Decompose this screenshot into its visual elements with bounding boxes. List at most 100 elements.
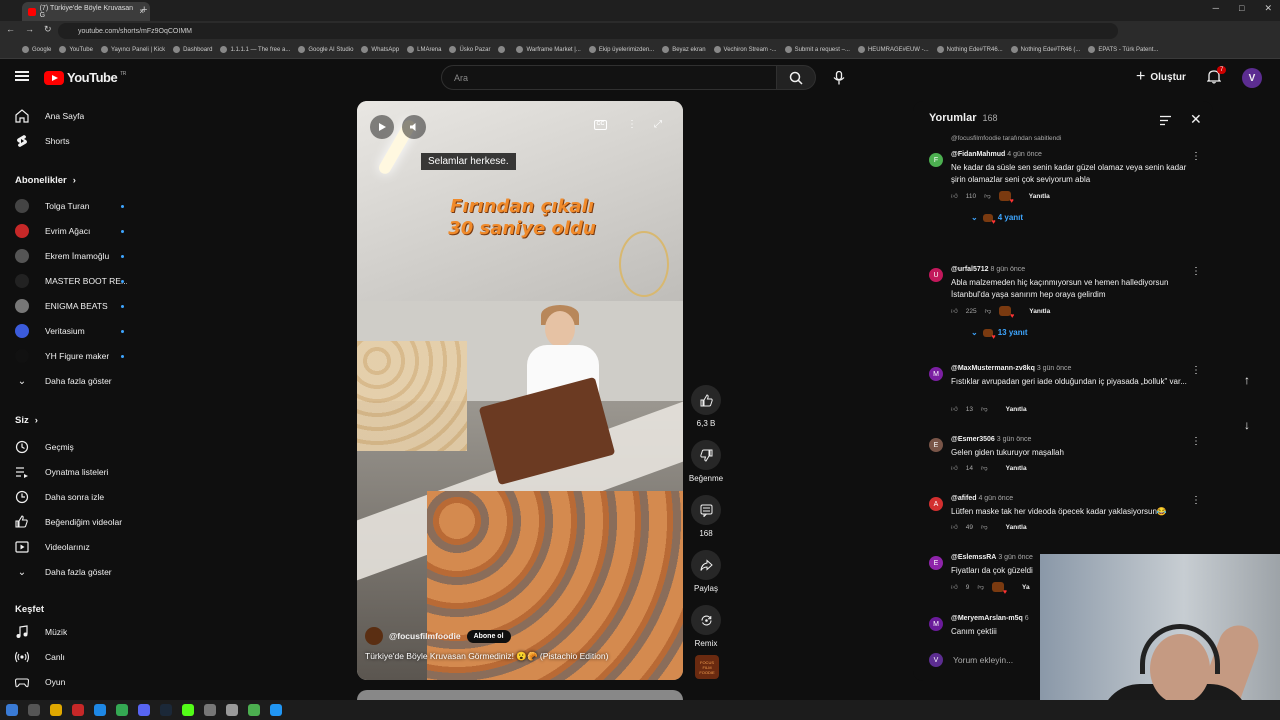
comment-menu-icon[interactable]: ⋮ <box>1191 266 1201 277</box>
create-button[interactable]: + Oluştur <box>1136 68 1186 86</box>
comment-author[interactable]: @afifed <box>951 495 977 502</box>
bookmark-item[interactable]: Yayıncı Paneli | Kick <box>100 46 165 53</box>
reply-button[interactable]: Yanıtla <box>1006 524 1027 531</box>
comment-like-icon[interactable]: 👍︎ <box>951 405 958 413</box>
reply-button[interactable]: Yanıtla <box>1006 465 1027 472</box>
taskbar-app-icon[interactable] <box>72 704 84 716</box>
maximize-icon[interactable]: □ <box>1239 3 1244 14</box>
commenter-avatar[interactable]: M <box>929 367 943 381</box>
comment-dislike-icon[interactable]: 👎︎ <box>977 583 984 591</box>
forward-icon[interactable]: → <box>25 24 34 35</box>
like-action[interactable]: 6,3 B <box>686 385 726 428</box>
bookmark-item[interactable]: Google <box>22 46 51 53</box>
mute-button[interactable] <box>402 115 426 139</box>
reload-icon[interactable]: ↻ <box>44 24 52 35</box>
youtube-logo[interactable]: YouTube TR <box>44 70 126 85</box>
sidebar-item-live[interactable]: Canlı <box>0 646 148 668</box>
comments-action[interactable]: 168 <box>686 495 726 538</box>
sidebar-subscription[interactable]: Veritasium <box>0 320 148 342</box>
sidebar-item-video[interactable]: Videolarınız <box>0 536 148 558</box>
reply-button[interactable]: Ya <box>1022 584 1030 591</box>
browser-tab[interactable]: (7) Türkiye'de Böyle Kruvasan G × <box>22 2 150 21</box>
taskbar-app-icon[interactable] <box>204 704 216 716</box>
taskbar-app-icon[interactable] <box>226 704 238 716</box>
back-icon[interactable]: ← <box>6 24 15 35</box>
view-replies-button[interactable]: ⌄ 4 yanıt <box>971 213 1023 226</box>
video-title[interactable]: Türkiye'de Böyle Kruvasan Görmediniz! 😮🥐… <box>365 651 675 662</box>
comment-like-icon[interactable]: 👍︎ <box>951 523 958 531</box>
reply-button[interactable]: Yanıtla <box>1029 308 1050 315</box>
next-short-button[interactable]: ↓ <box>1236 414 1258 436</box>
more-options-icon[interactable]: ⋮ <box>627 119 637 130</box>
sidebar-item-shorts[interactable]: Shorts <box>0 130 148 152</box>
add-comment-row[interactable]: V Yorum ekleyin... <box>929 653 1013 667</box>
channel-name[interactable]: @focusfilmfoodie <box>389 631 461 641</box>
subscriptions-header[interactable]: Abonelikler › <box>15 175 76 186</box>
bookmark-item[interactable]: Ekip üyelerimizden... <box>588 46 654 53</box>
chrome-icon[interactable] <box>116 704 128 716</box>
bookmark-item[interactable]: Nothing Ede#TR46 (... <box>1010 46 1080 53</box>
url-field[interactable]: youtube.com/shorts/mFz9OqCOIMM <box>58 23 1118 39</box>
shorts-player[interactable]: Fırından çıkalı 30 saniye oldu Selamlar … <box>357 101 683 680</box>
comment-like-icon[interactable]: 👍︎ <box>951 583 958 591</box>
comment-dislike-icon[interactable]: 👎︎ <box>985 307 992 315</box>
bookmark-item[interactable]: EPATS - Türk Patent... <box>1088 46 1158 53</box>
reply-button[interactable]: Yanıtla <box>1029 193 1050 200</box>
bookmark-item[interactable]: Warframe Market |... <box>516 46 581 53</box>
channel-avatar[interactable] <box>365 627 383 645</box>
comment-menu-icon[interactable]: ⋮ <box>1191 365 1201 376</box>
share-action[interactable]: Paylaş <box>686 550 726 593</box>
sidebar-item-home[interactable]: Ana Sayfa <box>0 105 148 127</box>
remix-action[interactable]: Remix <box>686 605 726 648</box>
voice-search-button[interactable] <box>826 65 851 90</box>
sidebar-item-game[interactable]: Oyun <box>0 671 148 693</box>
you-header[interactable]: Siz › <box>15 415 38 426</box>
subscribe-button[interactable]: Abone ol <box>466 629 511 643</box>
taskbar-app-icon[interactable] <box>94 704 106 716</box>
comment-like-icon[interactable]: 👍︎ <box>951 307 958 315</box>
hamburger-menu-icon[interactable] <box>15 71 29 81</box>
taskbar-app-icon[interactable] <box>182 704 194 716</box>
search-button[interactable] <box>776 65 816 90</box>
bookmark-item[interactable]: Üsko Pazar <box>449 46 490 53</box>
bookmark-item[interactable]: YouTube <box>59 46 93 53</box>
comment-author[interactable]: @MeryemArslan-m5q <box>951 615 1023 622</box>
comment-menu-icon[interactable]: ⋮ <box>1191 436 1201 447</box>
commenter-avatar[interactable]: F <box>929 153 943 167</box>
comment-dislike-icon[interactable]: 👎︎ <box>981 464 988 472</box>
close-comments-icon[interactable]: ✕ <box>1190 111 1202 128</box>
fullscreen-icon[interactable]: ⤢ <box>654 119 662 130</box>
dislike-action[interactable]: Beğenme <box>686 440 726 483</box>
bookmark-item[interactable] <box>498 46 508 53</box>
commenter-avatar[interactable]: E <box>929 438 943 452</box>
minimize-icon[interactable]: ─ <box>1213 3 1219 14</box>
sidebar-item-clock[interactable]: Daha sonra izle <box>0 486 148 508</box>
bookmark-item[interactable]: 1.1.1.1 — The free a... <box>220 46 290 53</box>
captions-icon[interactable]: CC <box>594 120 607 130</box>
sidebar-item-music[interactable]: Müzik <box>0 621 148 643</box>
taskbar-search-icon[interactable] <box>28 704 40 716</box>
bookmark-item[interactable]: HEUMRAGE#EUW -... <box>857 46 929 53</box>
comment-dislike-icon[interactable]: 👎︎ <box>984 192 991 200</box>
bookmark-item[interactable]: Nothing Ede#TR46... <box>936 46 1003 53</box>
sidebar-item-history[interactable]: Geçmiş <box>0 436 148 458</box>
sidebar-item-playlist[interactable]: Oynatma listeleri <box>0 461 148 483</box>
comment-author[interactable]: @urfal5712 <box>951 266 989 273</box>
taskbar-app-icon[interactable] <box>270 704 282 716</box>
commenter-avatar[interactable]: E <box>929 556 943 570</box>
bookmark-item[interactable]: Dashboard <box>173 46 212 53</box>
taskbar-app-icon[interactable] <box>248 704 260 716</box>
close-window-icon[interactable]: ✕ <box>1264 3 1272 14</box>
sidebar-subscription[interactable]: YH Figure maker <box>0 345 148 367</box>
comment-menu-icon[interactable]: ⋮ <box>1191 495 1201 506</box>
steam-icon[interactable] <box>160 704 172 716</box>
sidebar-item-like[interactable]: Beğendiğim videolar <box>0 511 148 533</box>
search-input[interactable]: Ara <box>441 65 777 90</box>
comment-like-icon[interactable]: 👍︎ <box>951 464 958 472</box>
bookmark-item[interactable]: Submit a request –... <box>784 46 850 53</box>
previous-short-button[interactable]: ↑ <box>1236 369 1258 391</box>
sidebar-subscription[interactable]: MASTER BOOT RE... <box>0 270 148 292</box>
sidebar-subscription[interactable]: ENIGMA BEATS <box>0 295 148 317</box>
show-more-subscriptions[interactable]: ⌄ Daha fazla göster <box>0 370 148 392</box>
comment-author[interactable]: @MaxMustermann-zv8kq <box>951 365 1035 372</box>
